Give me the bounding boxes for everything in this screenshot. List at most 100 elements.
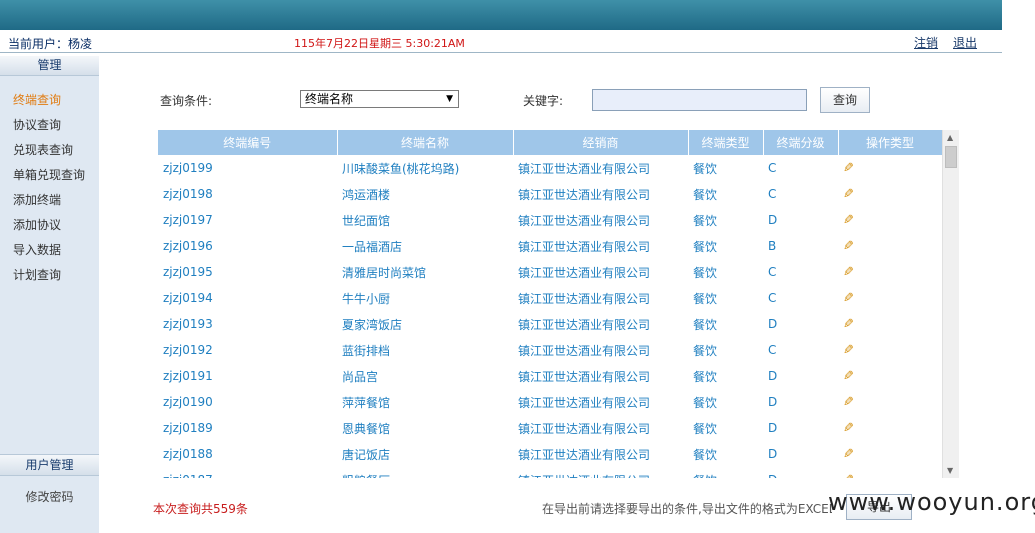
cell-terminal-type[interactable]: 餐饮 — [688, 207, 763, 233]
cell-terminal-id[interactable]: zjzj0191 — [158, 363, 337, 389]
sidebar-item-single-box-query[interactable]: 单箱兑现查询 — [0, 163, 99, 188]
cell-terminal-id[interactable]: zjzj0194 — [158, 285, 337, 311]
cell-terminal-id[interactable]: zjzj0187 — [158, 467, 337, 478]
cell-terminal-name[interactable]: 一品福酒店 — [337, 233, 513, 259]
cell-terminal-grade[interactable]: D — [763, 311, 838, 337]
column-header-terminal-grade[interactable]: 终端分级 — [763, 130, 839, 155]
sidebar-item-plan-query[interactable]: 计划查询 — [0, 263, 99, 288]
cell-terminal-name[interactable]: 萍萍餐馆 — [337, 389, 513, 415]
cell-terminal-grade[interactable]: C — [763, 285, 838, 311]
cell-terminal-grade[interactable]: C — [763, 181, 838, 207]
column-header-terminal-id[interactable]: 终端编号 — [158, 130, 338, 155]
pencil-icon[interactable]: ✎ — [843, 395, 854, 410]
cell-terminal-id[interactable]: zjzj0196 — [158, 233, 337, 259]
cell-distributor[interactable]: 镇江亚世达酒业有限公司 — [513, 337, 688, 363]
cell-terminal-type[interactable]: 餐饮 — [688, 415, 763, 441]
cell-terminal-name[interactable]: 世纪面馆 — [337, 207, 513, 233]
sidebar-item-agreement-query[interactable]: 协议查询 — [0, 113, 99, 138]
cell-terminal-name[interactable]: 川味酸菜鱼(桃花坞路) — [337, 155, 513, 181]
cell-terminal-name[interactable]: 清雅居时尚菜馆 — [337, 259, 513, 285]
sidebar-item-add-agreement[interactable]: 添加协议 — [0, 213, 99, 238]
cell-terminal-name[interactable]: 鸿运酒楼 — [337, 181, 513, 207]
cell-terminal-grade[interactable]: C — [763, 337, 838, 363]
cell-distributor[interactable]: 镇江亚世达酒业有限公司 — [513, 233, 688, 259]
cell-terminal-grade[interactable]: D — [763, 467, 838, 478]
cell-distributor[interactable]: 镇江亚世达酒业有限公司 — [513, 441, 688, 467]
sidebar-item-import-data[interactable]: 导入数据 — [0, 238, 99, 263]
sidebar-item-add-terminal[interactable]: 添加终端 — [0, 188, 99, 213]
cell-terminal-type[interactable]: 餐饮 — [688, 467, 763, 479]
pencil-icon[interactable]: ✎ — [843, 161, 854, 176]
cell-distributor[interactable]: 镇江亚世达酒业有限公司 — [513, 285, 688, 311]
cell-distributor[interactable]: 镇江亚世达酒业有限公司 — [513, 181, 688, 207]
cell-terminal-type[interactable]: 餐饮 — [688, 337, 763, 363]
pencil-icon[interactable]: ✎ — [843, 473, 854, 479]
cell-distributor[interactable]: 镇江亚世达酒业有限公司 — [513, 415, 688, 441]
sidebar-item-redemption-query[interactable]: 兑现表查询 — [0, 138, 99, 163]
pencil-icon[interactable]: ✎ — [843, 291, 854, 306]
cell-terminal-type[interactable]: 餐饮 — [688, 181, 763, 207]
cell-terminal-type[interactable]: 餐饮 — [688, 233, 763, 259]
pencil-icon[interactable]: ✎ — [843, 369, 854, 384]
cell-terminal-id[interactable]: zjzj0198 — [158, 181, 337, 207]
cell-terminal-type[interactable]: 餐饮 — [688, 441, 763, 467]
pencil-icon[interactable]: ✎ — [843, 447, 854, 462]
cell-terminal-name[interactable]: 夏家湾饭店 — [337, 311, 513, 337]
cell-terminal-type[interactable]: 餐饮 — [688, 259, 763, 285]
cell-terminal-grade[interactable]: C — [763, 259, 838, 285]
search-button[interactable]: 查询 — [820, 87, 870, 113]
cell-distributor[interactable]: 镇江亚世达酒业有限公司 — [513, 155, 688, 181]
cell-terminal-grade[interactable]: C — [763, 155, 838, 181]
cell-terminal-type[interactable]: 餐饮 — [688, 389, 763, 415]
cell-terminal-id[interactable]: zjzj0197 — [158, 207, 337, 233]
sidebar-item-terminal-query[interactable]: 终端查询 — [0, 88, 99, 113]
cell-terminal-type[interactable]: 餐饮 — [688, 285, 763, 311]
cell-distributor[interactable]: 镇江亚世达酒业有限公司 — [513, 311, 688, 337]
cell-terminal-id[interactable]: zjzj0190 — [158, 389, 337, 415]
exit-link[interactable]: 退出 — [953, 34, 977, 51]
column-header-terminal-type[interactable]: 终端类型 — [688, 130, 764, 155]
pencil-icon[interactable]: ✎ — [843, 421, 854, 436]
cell-distributor[interactable]: 镇江亚世达酒业有限公司 — [513, 259, 688, 285]
condition-select[interactable]: 终端名称 ▼ — [300, 90, 459, 108]
cell-terminal-type[interactable]: 餐饮 — [688, 363, 763, 389]
scroll-up-icon[interactable]: ▲ — [947, 133, 953, 142]
pencil-icon[interactable]: ✎ — [843, 265, 854, 280]
cell-terminal-type[interactable]: 餐饮 — [688, 311, 763, 337]
cell-terminal-name[interactable]: 牛牛小厨 — [337, 285, 513, 311]
keyword-input[interactable] — [592, 89, 807, 111]
cell-distributor[interactable]: 镇江亚世达酒业有限公司 — [513, 363, 688, 389]
cell-distributor[interactable]: 镇江亚世达酒业有限公司 — [513, 467, 688, 479]
cell-terminal-name[interactable]: 唐记饭店 — [337, 441, 513, 467]
table-scrollbar[interactable]: ▲ ▼ — [942, 130, 959, 478]
pencil-icon[interactable]: ✎ — [843, 213, 854, 228]
cell-terminal-grade[interactable]: D — [763, 363, 838, 389]
cell-terminal-grade[interactable]: D — [763, 389, 838, 415]
scroll-down-icon[interactable]: ▼ — [947, 466, 953, 475]
cell-terminal-name[interactable]: 蓝街排档 — [337, 337, 513, 363]
cell-terminal-name[interactable]: 恩典餐馆 — [337, 415, 513, 441]
cell-terminal-id[interactable]: zjzj0195 — [158, 259, 337, 285]
cell-distributor[interactable]: 镇江亚世达酒业有限公司 — [513, 389, 688, 415]
pencil-icon[interactable]: ✎ — [843, 239, 854, 254]
cell-terminal-grade[interactable]: D — [763, 441, 838, 467]
cell-terminal-grade[interactable]: B — [763, 233, 838, 259]
column-header-terminal-name[interactable]: 终端名称 — [337, 130, 514, 155]
pencil-icon[interactable]: ✎ — [843, 317, 854, 332]
cell-terminal-id[interactable]: zjzj0188 — [158, 441, 337, 467]
pencil-icon[interactable]: ✎ — [843, 343, 854, 358]
column-header-distributor[interactable]: 经销商 — [513, 130, 689, 155]
cell-terminal-id[interactable]: zjzj0189 — [158, 415, 337, 441]
cell-terminal-name[interactable]: 尚品宫 — [337, 363, 513, 389]
logout-link[interactable]: 注销 — [914, 34, 938, 51]
change-password-link[interactable]: 修改密码 — [0, 488, 99, 505]
cell-terminal-id[interactable]: zjzj0192 — [158, 337, 337, 363]
cell-terminal-name[interactable]: 粗粮餐厅 — [337, 467, 513, 479]
scrollbar-thumb[interactable] — [945, 146, 957, 168]
cell-terminal-id[interactable]: zjzj0199 — [158, 155, 337, 181]
pencil-icon[interactable]: ✎ — [843, 187, 854, 202]
cell-terminal-type[interactable]: 餐饮 — [688, 155, 763, 181]
cell-terminal-id[interactable]: zjzj0193 — [158, 311, 337, 337]
cell-distributor[interactable]: 镇江亚世达酒业有限公司 — [513, 207, 688, 233]
cell-terminal-grade[interactable]: D — [763, 207, 838, 233]
